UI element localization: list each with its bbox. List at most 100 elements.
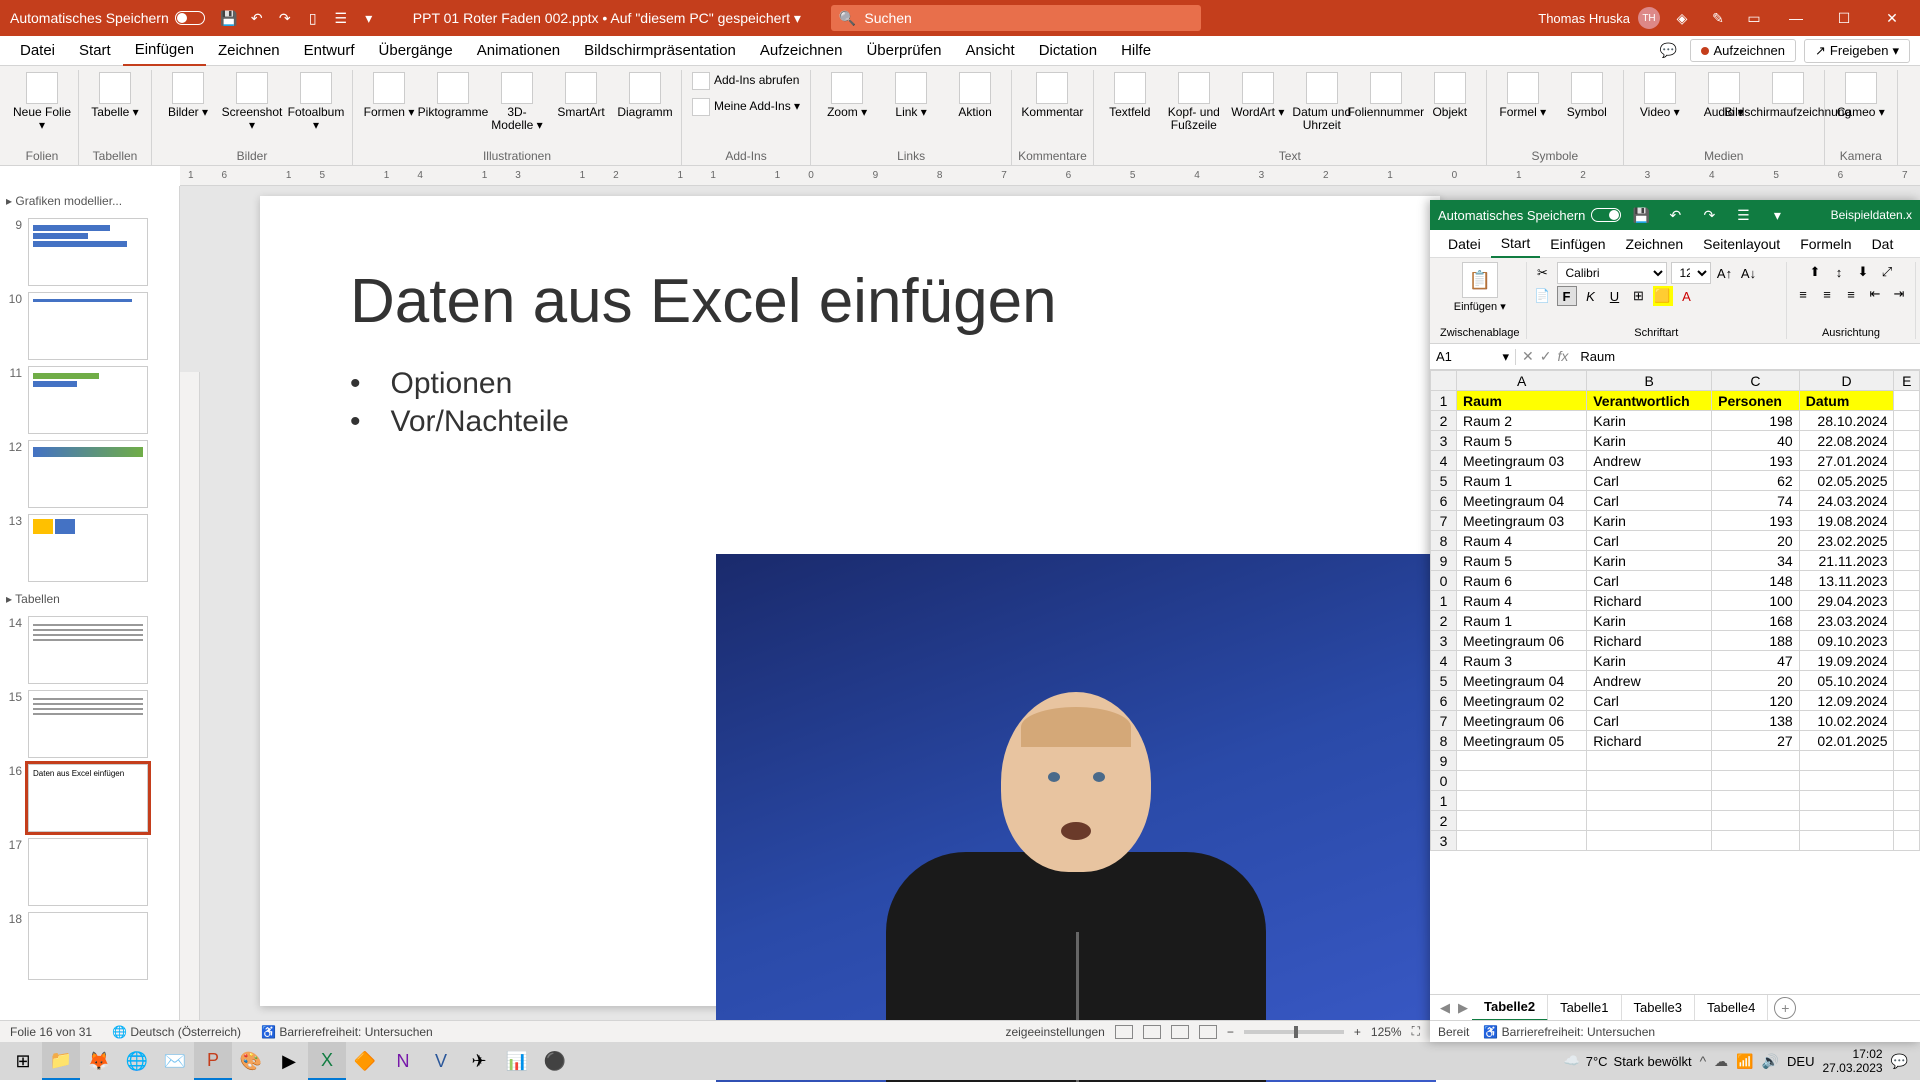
ribbon-item[interactable]: Foliennummer (1356, 70, 1416, 119)
paste-label[interactable]: Einfügen ▾ (1454, 300, 1506, 313)
cell[interactable]: 47 (1712, 651, 1800, 671)
cell[interactable]: Verantwortlich (1587, 391, 1712, 411)
vlc-icon[interactable]: ▶ (270, 1042, 308, 1080)
row-header[interactable]: 4 (1431, 451, 1457, 471)
firefox-icon[interactable]: 🦊 (80, 1042, 118, 1080)
excel-tab-formeln[interactable]: Formeln (1790, 230, 1861, 258)
cell[interactable]: Karin (1587, 551, 1712, 571)
slideshow-view-icon[interactable] (1199, 1025, 1217, 1039)
cell[interactable]: Karin (1587, 511, 1712, 531)
thumbnail-row[interactable]: 13 (4, 514, 175, 582)
excel-autosave-toggle[interactable] (1591, 208, 1621, 222)
col-header[interactable] (1431, 371, 1457, 391)
tab-zeichnen[interactable]: Zeichnen (206, 36, 292, 66)
cell[interactable]: 20 (1712, 531, 1800, 551)
cell[interactable]: 62 (1712, 471, 1800, 491)
cell[interactable] (1894, 571, 1920, 591)
excel-tab-start[interactable]: Start (1491, 230, 1541, 258)
cell[interactable] (1894, 471, 1920, 491)
thumbnail-row[interactable]: 14 (4, 616, 175, 684)
tray-chevron-icon[interactable]: ^ (1700, 1053, 1707, 1069)
sheet-tab[interactable]: Tabelle4 (1695, 995, 1768, 1021)
italic-button[interactable]: K (1581, 286, 1601, 306)
sheet-nav-prev-icon[interactable]: ◀ (1436, 1000, 1454, 1016)
row-header[interactable]: 3 (1431, 831, 1457, 851)
sync-icon[interactable]: ◈ (1670, 6, 1694, 30)
outlook-icon[interactable]: ✉️ (156, 1042, 194, 1080)
zoom-slider[interactable] (1244, 1030, 1344, 1034)
cell[interactable]: Richard (1587, 591, 1712, 611)
sorter-view-icon[interactable] (1143, 1025, 1161, 1039)
align-top-icon[interactable]: ⬆ (1805, 262, 1825, 282)
cell[interactable]: 168 (1712, 611, 1800, 631)
thumbnail-row[interactable]: 12 (4, 440, 175, 508)
cell[interactable]: 19.08.2024 (1799, 511, 1894, 531)
cell[interactable]: Carl (1587, 711, 1712, 731)
paste-icon[interactable]: 📋 (1462, 262, 1498, 298)
row-header[interactable]: 8 (1431, 731, 1457, 751)
tab-start[interactable]: Start (67, 36, 123, 66)
ribbon-item[interactable]: SmartArt (551, 70, 611, 119)
bold-button[interactable]: F (1557, 286, 1577, 306)
ribbon-item[interactable]: Bilder ▾ (158, 70, 218, 119)
app-icon-1[interactable]: 🎨 (232, 1042, 270, 1080)
pen-icon[interactable]: ✎ (1706, 6, 1730, 30)
ribbon-item[interactable]: Tabelle ▾ (85, 70, 145, 119)
search-box[interactable]: 🔍 (831, 5, 1201, 31)
cell[interactable]: Meetingraum 04 (1457, 671, 1587, 691)
cell[interactable]: 40 (1712, 431, 1800, 451)
ribbon-item[interactable]: WordArt ▾ (1228, 70, 1288, 119)
cell[interactable]: Karin (1587, 651, 1712, 671)
ribbon-item[interactable]: Zoom ▾ (817, 70, 877, 119)
cell[interactable] (1894, 711, 1920, 731)
ribbon-item[interactable]: Screenshot ▾ (222, 70, 282, 132)
accessibility-status[interactable]: ♿ Barrierefreiheit: Untersuchen (261, 1025, 433, 1039)
thumbnail-row[interactable]: 18 (4, 912, 175, 980)
cell[interactable]: 28.10.2024 (1799, 411, 1894, 431)
present-icon[interactable]: ▯ (301, 6, 325, 30)
cell[interactable]: Meetingraum 04 (1457, 491, 1587, 511)
excel-tab-einfügen[interactable]: Einfügen (1540, 230, 1615, 258)
cell[interactable]: Meetingraum 06 (1457, 711, 1587, 731)
cut-icon[interactable]: ✂ (1533, 263, 1553, 283)
tab-überprüfen[interactable]: Überprüfen (854, 36, 953, 66)
row-header[interactable]: 1 (1431, 791, 1457, 811)
excel-tab-zeichnen[interactable]: Zeichnen (1616, 230, 1694, 258)
display-settings[interactable]: zeigeeinstellungen (1005, 1025, 1104, 1039)
chrome-icon[interactable]: 🌐 (118, 1042, 156, 1080)
cell[interactable] (1894, 451, 1920, 471)
excel-tab-seitenlayout[interactable]: Seitenlayout (1693, 230, 1790, 258)
thumbnail[interactable] (28, 838, 148, 906)
tab-einfügen[interactable]: Einfügen (123, 36, 206, 66)
row-header[interactable]: 1 (1431, 391, 1457, 411)
row-header[interactable]: 6 (1431, 691, 1457, 711)
document-title[interactable]: PPT 01 Roter Faden 002.pptx • Auf "diese… (413, 10, 801, 27)
taskbar-clock[interactable]: 17:02 27.03.2023 (1823, 1047, 1883, 1076)
col-header[interactable]: C (1712, 371, 1800, 391)
thumbnail-row[interactable]: 11 (4, 366, 175, 434)
cell[interactable]: Meetingraum 03 (1457, 451, 1587, 471)
cell[interactable] (1894, 511, 1920, 531)
cell[interactable]: 10.02.2024 (1799, 711, 1894, 731)
window-icon[interactable]: ▭ (1742, 6, 1766, 30)
cell[interactable]: Carl (1587, 531, 1712, 551)
font-name-select[interactable]: Calibri (1557, 262, 1667, 284)
cell[interactable] (1457, 771, 1587, 791)
cell[interactable] (1457, 811, 1587, 831)
volume-icon[interactable]: 🔊 (1762, 1053, 1779, 1070)
start-icon[interactable]: ⊞ (4, 1042, 42, 1080)
ribbon-item[interactable]: Symbol (1557, 70, 1617, 119)
powerpoint-icon[interactable]: P (194, 1042, 232, 1080)
underline-button[interactable]: U (1605, 286, 1625, 306)
ribbon-item[interactable]: Fotoalbum ▾ (286, 70, 346, 132)
cell[interactable]: Raum 4 (1457, 531, 1587, 551)
tab-dictation[interactable]: Dictation (1027, 36, 1109, 66)
cell[interactable]: 74 (1712, 491, 1800, 511)
font-size-select[interactable]: 12 (1671, 262, 1711, 284)
sheet-tab[interactable]: Tabelle3 (1622, 995, 1695, 1021)
thumbnail[interactable]: Daten aus Excel einfügen (28, 764, 148, 832)
cell[interactable]: 13.11.2023 (1799, 571, 1894, 591)
share-button[interactable]: ↗Freigeben ▾ (1804, 39, 1910, 63)
formula-bar[interactable]: Raum (1574, 349, 1920, 364)
row-header[interactable]: 1 (1431, 591, 1457, 611)
